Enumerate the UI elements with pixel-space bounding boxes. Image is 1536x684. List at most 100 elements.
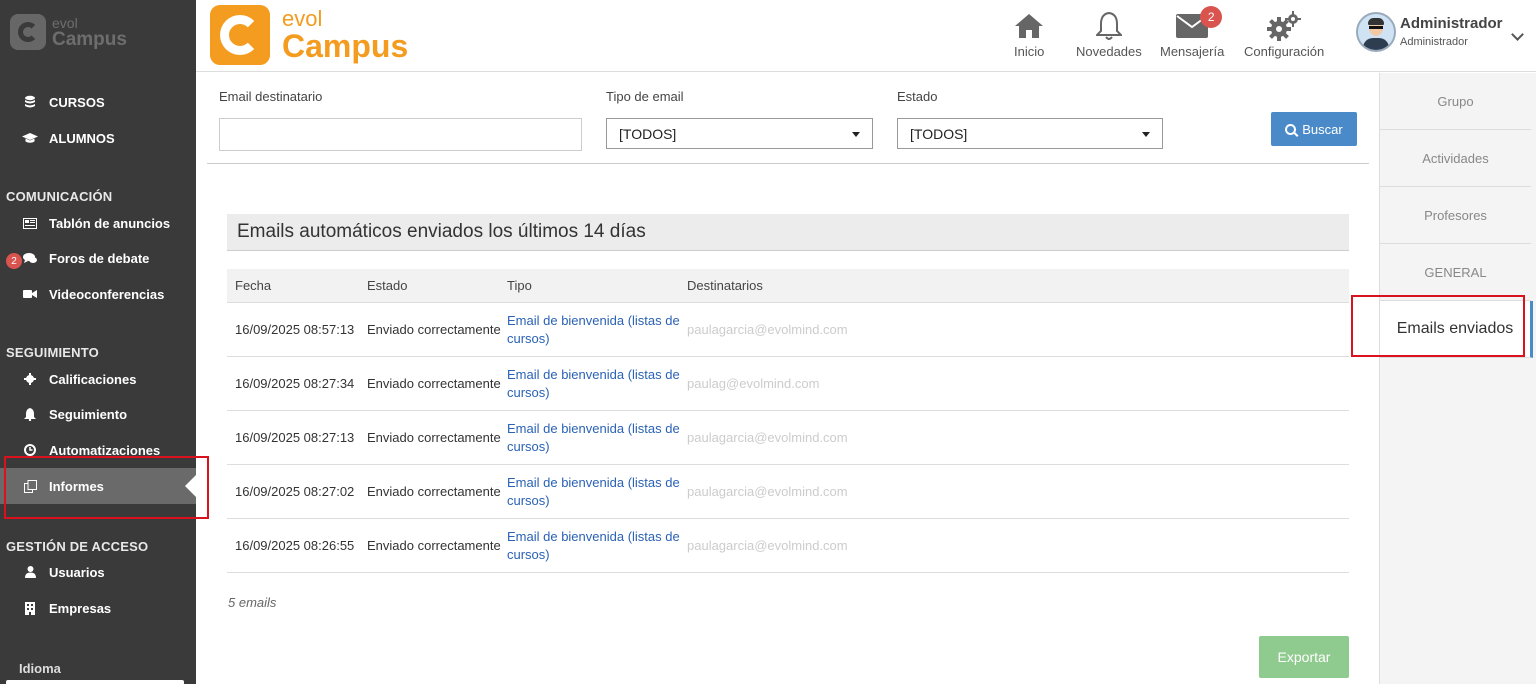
sidebar-item-usuarios[interactable]: Usuarios (0, 554, 196, 590)
brand-logo[interactable]: evol Campus (210, 5, 408, 65)
cell-tipo-link[interactable]: Email de bienvenida (listas de cursos) (507, 474, 687, 510)
user-icon (22, 565, 38, 579)
graduation-cap-icon (22, 131, 38, 145)
nav-novedades-label: Novedades (1076, 44, 1142, 59)
copy-icon (22, 479, 38, 493)
sidebar-item-calificaciones[interactable]: Calificaciones (0, 361, 196, 397)
nav-mensajeria-label: Mensajería (1160, 44, 1225, 59)
tipo-filter-value: [TODOS] (619, 125, 677, 142)
filter-divider (207, 163, 1369, 164)
sidebar-item-cursos[interactable]: CURSOS (0, 84, 196, 120)
sidebar-item-label: CURSOS (49, 94, 105, 110)
tab-grupo[interactable]: Grupo (1380, 73, 1531, 130)
cell-tipo-link[interactable]: Email de bienvenida (listas de cursos) (507, 420, 687, 456)
cell-fecha: 16/09/2025 08:27:02 (235, 484, 355, 499)
col-fecha[interactable]: Fecha (227, 278, 367, 293)
col-tipo[interactable]: Tipo (507, 277, 687, 295)
emails-count: 5 emails (228, 595, 277, 610)
emails-table: Fecha Estado Tipo Destinatarios 16/09/20… (227, 269, 1349, 573)
sidebar-item-label: Usuarios (49, 564, 105, 580)
section-seguimiento: SEGUIMIENTO (6, 345, 99, 360)
brand-line1: evol (282, 6, 323, 31)
cell-tipo-link[interactable]: Email de bienvenida (listas de cursos) (507, 528, 687, 564)
sidebar-item-foros[interactable]: 2 Foros de debate (0, 240, 196, 276)
bell-icon (1095, 10, 1122, 42)
logo-line2: Campus (52, 28, 127, 50)
sidebar-item-informes[interactable]: Informes (0, 468, 196, 504)
cell-fecha: 16/09/2025 08:26:55 (235, 538, 355, 553)
nav-mensajeria[interactable]: 2 Mensajería (1160, 6, 1225, 59)
sidebar-item-label: Automatizaciones (49, 442, 161, 458)
tipo-filter-label: Tipo de email (606, 89, 684, 104)
gear-icon (22, 372, 38, 386)
search-button[interactable]: Buscar (1271, 112, 1357, 146)
nav-novedades[interactable]: Novedades (1076, 10, 1142, 59)
language-select[interactable] (6, 680, 184, 684)
user-menu[interactable]: Administrador Administrador (1356, 12, 1524, 52)
cell-fecha: 16/09/2025 08:27:34 (235, 376, 355, 391)
chevron-down-icon[interactable] (1510, 27, 1524, 41)
nav-configuracion-label: Configuración (1244, 44, 1325, 59)
caret-down-icon (852, 132, 860, 137)
tipo-filter-select[interactable]: [TODOS] (606, 118, 873, 149)
sidebar-item-label: Calificaciones (49, 371, 137, 387)
section-gestion: GESTIÓN DE ACCESO (6, 539, 149, 554)
right-tabs-panel: Grupo Actividades Profesores GENERAL Ema… (1379, 73, 1536, 684)
sidebar-item-tablon[interactable]: Tablón de anuncios (0, 205, 196, 241)
table-row: 16/09/2025 08:27:34 Enviado correctament… (227, 357, 1349, 411)
estado-filter-label: Estado (897, 89, 938, 104)
tab-emails-enviados[interactable]: Emails enviados (1380, 301, 1533, 358)
home-icon (1014, 10, 1044, 42)
nav-configuracion[interactable]: Configuración (1244, 10, 1324, 59)
sidebar-item-empresas[interactable]: Empresas (0, 590, 196, 626)
cell-tipo-link[interactable]: Email de bienvenida (listas de cursos) (507, 312, 687, 348)
video-camera-icon (22, 287, 38, 301)
building-icon (22, 601, 38, 615)
sidebar-item-videoconferencias[interactable]: Videoconferencias (0, 276, 196, 312)
clock-icon (22, 443, 38, 457)
main-content: Email destinatario Tipo de email [TODOS]… (196, 73, 1379, 684)
estado-filter-value: [TODOS] (910, 125, 968, 142)
avatar (1356, 12, 1396, 52)
tab-profesores[interactable]: Profesores (1380, 187, 1531, 244)
table-header: Fecha Estado Tipo Destinatarios (227, 269, 1349, 303)
sidebar-item-label: Informes (49, 478, 104, 494)
cell-destinatario: paulag@evolmind.com (687, 376, 820, 391)
cell-destinatario: paulagarcia@evolmind.com (687, 538, 848, 553)
bell-icon (22, 407, 38, 421)
sidebar-item-automatizaciones[interactable]: Automatizaciones (0, 432, 196, 468)
col-destinatarios[interactable]: Destinatarios (687, 278, 1349, 293)
sidebar-item-label: Seguimiento (49, 406, 128, 422)
tab-actividades[interactable]: Actividades (1380, 130, 1531, 187)
language-label: Idioma (19, 661, 61, 676)
top-header: evol Campus Inicio Novedades 2 Mensajerí… (196, 0, 1536, 72)
nav-inicio[interactable]: Inicio (1014, 10, 1044, 59)
sidebar-logo[interactable]: evol Campus (10, 14, 127, 50)
newspaper-icon (22, 216, 38, 230)
estado-filter-select[interactable]: [TODOS] (897, 118, 1163, 149)
cell-fecha: 16/09/2025 08:57:13 (235, 322, 355, 337)
table-row: 16/09/2025 08:57:13 Enviado correctament… (227, 303, 1349, 357)
sidebar-item-label: Foros de debate (49, 250, 150, 266)
sidebar-item-alumnos[interactable]: ALUMNOS (0, 120, 196, 156)
sidebar-item-seguimiento[interactable]: Seguimiento (0, 396, 196, 432)
table-row: 16/09/2025 08:27:13 Enviado correctament… (227, 411, 1349, 465)
email-filter-input[interactable] (219, 118, 582, 151)
logo-line1: evol (52, 14, 78, 31)
tab-general[interactable]: GENERAL (1380, 244, 1531, 301)
cell-tipo-link[interactable]: Email de bienvenida (listas de cursos) (507, 366, 687, 402)
gears-icon (1267, 10, 1302, 42)
sidebar-item-label: Empresas (49, 600, 112, 616)
cell-estado: Enviado correctamente (367, 429, 501, 445)
cell-destinatario: paulagarcia@evolmind.com (687, 322, 848, 337)
nav-inicio-label: Inicio (1014, 44, 1045, 59)
sidebar-item-label: ALUMNOS (49, 130, 115, 146)
email-filter-label: Email destinatario (219, 89, 323, 104)
mensajeria-badge: 2 (1200, 6, 1223, 28)
export-button[interactable]: Exportar (1259, 636, 1349, 678)
search-button-label: Buscar (1302, 121, 1343, 137)
search-icon (1285, 123, 1297, 135)
envelope-icon: 2 (1176, 6, 1223, 42)
cell-estado: Enviado correctamente (367, 483, 501, 499)
col-estado[interactable]: Estado (367, 277, 507, 295)
